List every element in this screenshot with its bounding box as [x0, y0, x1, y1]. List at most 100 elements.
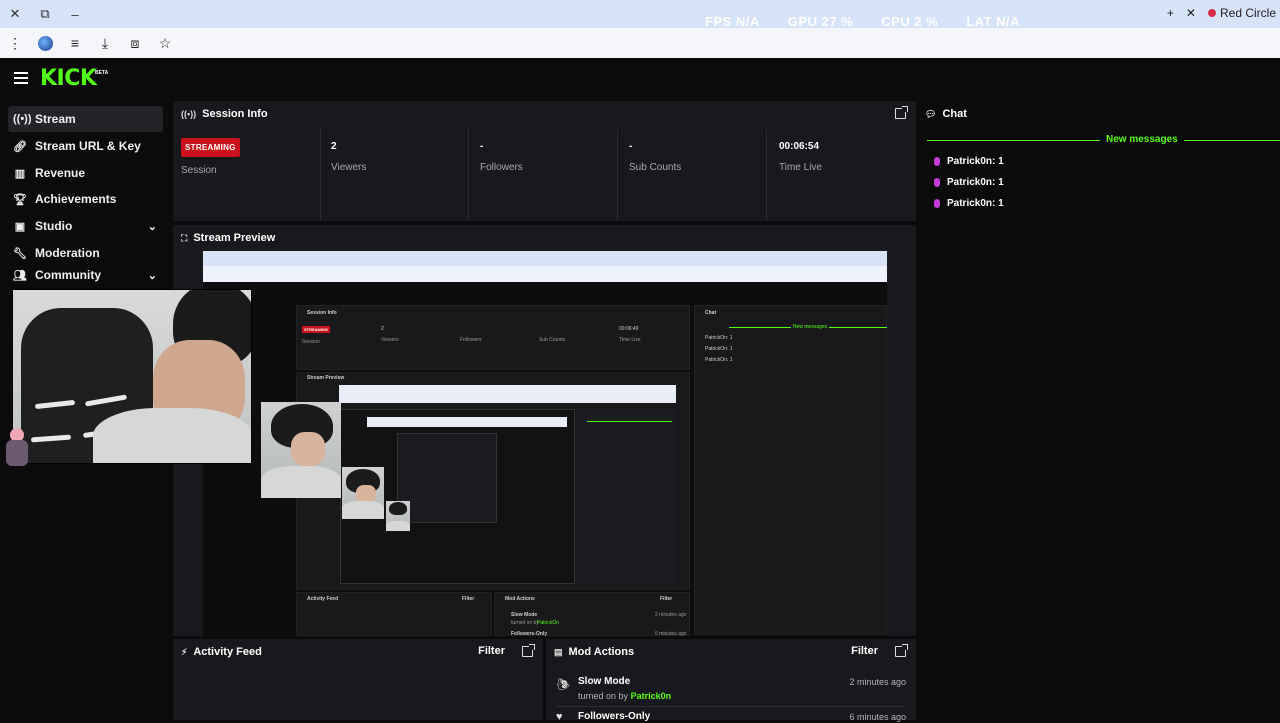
extension-globe-icon[interactable]: [34, 32, 56, 54]
bookmark-star-icon[interactable]: ☆: [154, 32, 176, 54]
sidebar-item-label: Achievements: [35, 192, 117, 206]
app-header: KICK BETA: [0, 58, 1280, 100]
preview-time-ago: 2 minutes ago: [655, 612, 687, 618]
chart-icon: ▥: [14, 167, 26, 180]
lat-stat: LAT N/A: [966, 14, 1020, 29]
new-tab-icon[interactable]: +: [1167, 6, 1174, 20]
filter-button[interactable]: Filter: [478, 645, 505, 657]
sidebar-item-label: Moderation: [35, 246, 100, 260]
filter-button[interactable]: Filter: [851, 645, 878, 657]
panel-title: Stream Preview: [193, 232, 276, 244]
popout-icon[interactable]: [895, 644, 908, 657]
preview-filter: Filter: [660, 596, 673, 602]
performance-stats: FPS N/A GPU 27 % CPU 2 % LAT N/A: [705, 14, 1020, 29]
mod-action-user[interactable]: Patrick0n: [631, 691, 672, 701]
new-messages-label: New messages: [1100, 134, 1184, 145]
extensions-puzzle-icon[interactable]: ⧈: [124, 32, 146, 54]
download-icon[interactable]: ⤓: [94, 32, 116, 54]
preview-label: Time Live: [619, 337, 641, 343]
preview-session-title: Session Info: [307, 310, 337, 316]
chat-message[interactable]: Patrick0n: 1: [934, 198, 1004, 209]
sidebar-item-studio[interactable]: ▣ Studio ⌄: [8, 213, 163, 239]
menu-dots-icon[interactable]: ⋮: [4, 32, 26, 54]
studio-icon: ▣: [14, 220, 26, 233]
preview-activity-feed: Activity Feed Filter: [296, 592, 492, 636]
preview-session-info: Session Info STREAMING Session 2 Viewers…: [296, 305, 690, 370]
sidebar-item-achievements[interactable]: 🏆︎ Achievements: [8, 186, 163, 212]
trophy-icon: 🏆︎: [13, 193, 27, 206]
preview-chat-title: Chat: [705, 310, 717, 316]
chat-text: 1: [998, 198, 1004, 209]
sidebar-item-revenue[interactable]: ▥ Revenue: [8, 160, 163, 186]
sidebar-item-stream[interactable]: ((•)) Stream: [8, 106, 163, 132]
preview-nested-title: Stream Preview: [307, 375, 345, 381]
mod-action-time: 6 minutes ago: [849, 712, 906, 722]
close-tab-icon[interactable]: ✕: [1186, 6, 1196, 20]
sidebar-item-moderation[interactable]: 🔧︎ Moderation: [8, 240, 163, 266]
stat-label: Followers: [480, 162, 523, 173]
preview-label: Session: [302, 339, 320, 345]
sidebar-item-label: Stream: [35, 112, 76, 126]
panel-title: Activity Feed: [193, 646, 262, 658]
panel-title: Session Info: [202, 108, 268, 120]
broadcast-icon: ((•)): [181, 109, 197, 119]
popout-icon[interactable]: [522, 644, 535, 657]
stream-preview-video[interactable]: Session Info STREAMING Session 2 Viewers…: [203, 251, 887, 637]
tab-strip: + ✕ Red Circle: [1167, 6, 1276, 20]
preview-icon: ⛶: [181, 232, 188, 243]
tab-title: Red Circle: [1219, 6, 1276, 20]
stat-label: Sub Counts: [629, 162, 682, 173]
microphone-icon: [934, 178, 940, 187]
sidebar-item-community[interactable]: 👥︎ Community ⌄: [8, 267, 163, 283]
chat-message[interactable]: Patrick0n: 1: [934, 156, 1004, 167]
popout-icon[interactable]: [895, 106, 908, 119]
preview-chat-msg: PatrickOn: 1: [705, 357, 733, 363]
preview-mod-actions: Mod Actions Filter Slow Mode turned on b…: [494, 592, 690, 637]
wrench-icon: 🔧︎: [13, 247, 27, 260]
preview-label: Viewers: [381, 337, 399, 343]
cpu-stat: CPU 2 %: [881, 14, 939, 29]
beta-badge: BETA: [95, 70, 109, 76]
preview-followers-only: Followers-Only: [511, 631, 548, 637]
queue-icon[interactable]: ≡: [64, 32, 86, 54]
lightning-icon: ⚡︎: [181, 646, 188, 657]
chat-message[interactable]: Patrick0n: 1: [934, 177, 1004, 188]
snail-icon: 🐌︎: [556, 679, 570, 691]
panel-header: ⛶ Stream Preview: [173, 225, 916, 251]
chat-username[interactable]: Patrick0n: [947, 198, 992, 209]
chat-bubble-icon: 💬︎: [925, 108, 937, 119]
hamburger-menu-icon[interactable]: [14, 72, 28, 87]
preview-viewers: 2: [381, 326, 384, 332]
preview-user: PatrickOn: [537, 620, 559, 626]
stat-value: 00:06:54: [779, 141, 820, 152]
chat-username[interactable]: Patrick0n: [947, 177, 992, 188]
preview-webcam-echo: [261, 402, 341, 498]
preview-slow-mode: Slow Mode: [511, 612, 538, 618]
sidebar-item-stream-url-key[interactable]: 🔗︎ Stream URL & Key: [8, 133, 163, 159]
chat-username[interactable]: Patrick0n: [947, 156, 992, 167]
microphone-icon: [934, 199, 940, 208]
viewers-stat: 2 Viewers: [321, 129, 469, 221]
minimize-window-icon[interactable]: –: [60, 7, 90, 22]
gpu-stat: GPU 27 %: [787, 14, 854, 29]
preview-chat-msg: PatrickOn: 1: [705, 335, 733, 341]
preview-mod-title: Mod Actions: [505, 596, 535, 602]
preview-activity-title: Activity Feed: [307, 596, 339, 602]
preview-label: Sub Counts: [539, 337, 566, 343]
preview-chat-msg: PatrickOn: 1: [705, 346, 733, 352]
sidebar-item-label: Revenue: [35, 166, 86, 180]
tab-active[interactable]: Red Circle: [1207, 6, 1276, 20]
close-window-icon[interactable]: ✕: [0, 6, 30, 22]
stat-value: 2: [331, 141, 337, 152]
preview-turned-on: turned on by: [511, 620, 539, 626]
browser-toolbar: ⋮ ≡ ⤓ ⧈ ☆: [0, 28, 1280, 58]
chat-panel: 💬︎ Chat: [919, 101, 1280, 720]
restore-window-icon[interactable]: ⧉: [30, 6, 60, 22]
heart-icon: ♥: [556, 711, 563, 723]
browser-titlebar: ✕ ⧉ – FPS N/A GPU 27 % CPU 2 % LAT N/A +…: [0, 0, 1280, 29]
kick-logo[interactable]: KICK: [40, 66, 97, 91]
session-stat: STREAMING Session: [173, 129, 321, 221]
preview-time: 00:06:49: [619, 326, 639, 332]
mod-action-sub: turned on by Patrick0n: [578, 691, 916, 701]
streaming-badge: STREAMING: [181, 138, 240, 157]
